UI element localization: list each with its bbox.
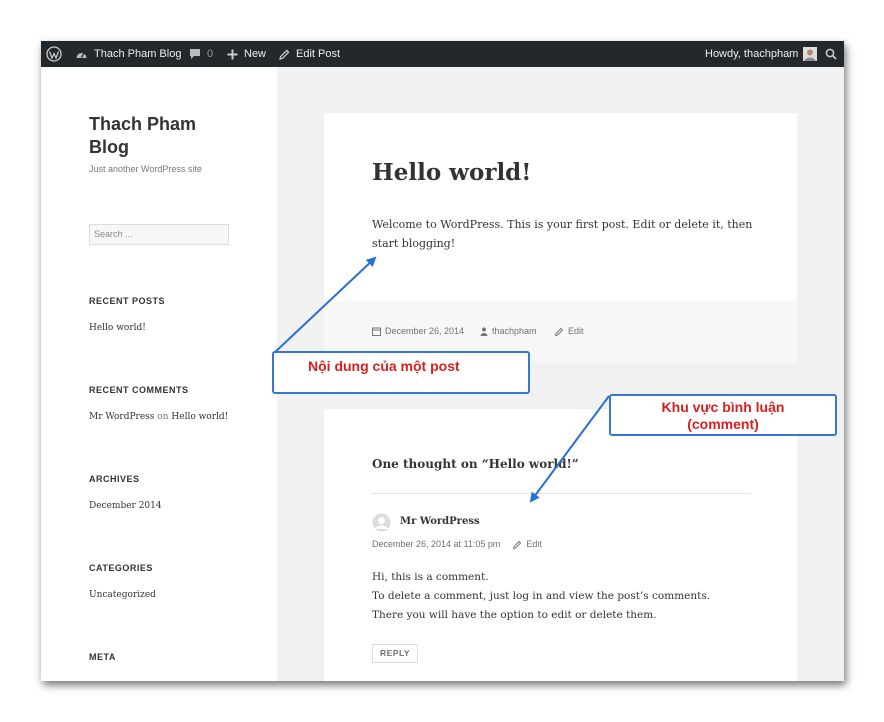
post-content-arrow [272, 256, 377, 355]
post-content-callout: Nội dung của một post [272, 351, 530, 394]
comment-area-arrow [529, 395, 610, 503]
comment-area-callout: Khu vực bình luận (comment) [609, 394, 837, 436]
post-content-callout-text: Nội dung của một post [308, 358, 460, 374]
comment-area-callout-line2: (comment) [687, 416, 759, 432]
comment-area-callout-line1: Khu vực bình luận [661, 399, 785, 415]
